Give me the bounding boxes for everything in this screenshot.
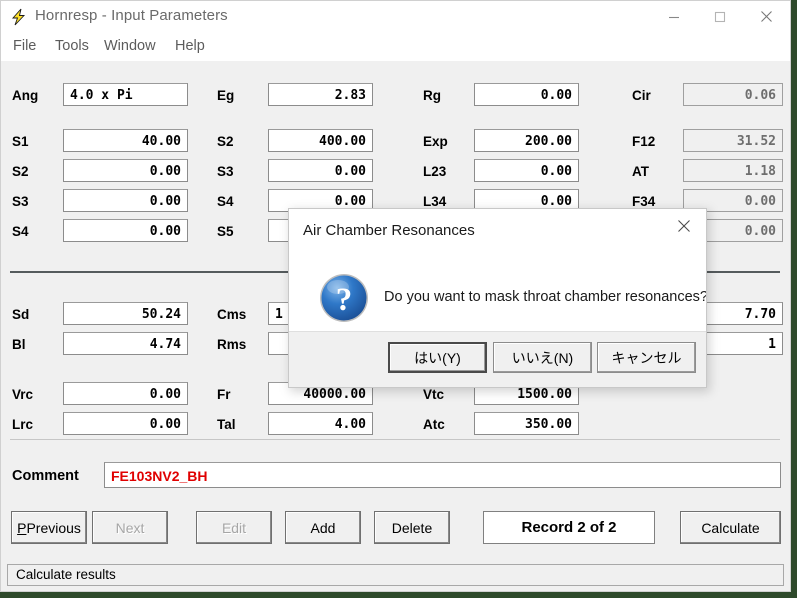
field-sd[interactable]: 50.24 xyxy=(63,302,188,325)
dialog-no-button[interactable]: いいえ(N) xyxy=(493,342,592,373)
label-s1: S1 xyxy=(12,134,29,149)
field-atc[interactable]: 350.00 xyxy=(474,412,579,435)
svg-text:?: ? xyxy=(336,282,353,318)
status-bar: Calculate results xyxy=(7,564,784,586)
lightning-bolt-icon xyxy=(10,8,28,26)
section-divider-bottom xyxy=(10,439,780,440)
field-eg[interactable]: 2.83 xyxy=(268,83,373,106)
next-button-label: Next xyxy=(115,519,145,536)
field-bl[interactable]: 4.74 xyxy=(63,332,188,355)
label-comment: Comment xyxy=(12,468,79,484)
label-rms: Rms xyxy=(217,337,247,352)
field-s1[interactable]: 40.00 xyxy=(63,129,188,152)
previous-button[interactable]: PPrevious xyxy=(11,511,87,544)
edit-button[interactable]: Edit xyxy=(196,511,272,544)
application-window: Hornresp - Input Parameters File Tools W… xyxy=(0,0,791,592)
label-rg: Rg xyxy=(423,88,441,103)
calculate-button-label: Calculate xyxy=(701,519,760,536)
label-vrc: Vrc xyxy=(12,387,34,402)
minimize-icon[interactable] xyxy=(651,1,697,32)
label-fr: Fr xyxy=(217,387,231,402)
field-tal[interactable]: 4.00 xyxy=(268,412,373,435)
field-lrc[interactable]: 0.00 xyxy=(63,412,188,435)
dialog-yes-label: はい(Y) xyxy=(414,349,461,366)
menu-item-tools[interactable]: Tools xyxy=(51,35,93,57)
field-l23[interactable]: 0.00 xyxy=(474,159,579,182)
label-cir: Cir xyxy=(632,88,651,103)
window-title: Hornresp - Input Parameters xyxy=(35,7,228,24)
field-vrc[interactable]: 0.00 xyxy=(63,382,188,405)
dialog-cancel-label: キャンセル xyxy=(611,349,682,366)
delete-button[interactable]: Delete xyxy=(374,511,450,544)
dialog-message: Do you want to mask throat chamber reson… xyxy=(384,289,707,305)
maximize-icon[interactable] xyxy=(697,1,743,32)
dialog-no-label: いいえ(N) xyxy=(511,349,574,366)
label-s2-c2: S2 xyxy=(217,134,234,149)
label-exp: Exp xyxy=(423,134,448,149)
label-f12: F12 xyxy=(632,134,656,149)
field-exp[interactable]: 200.00 xyxy=(474,129,579,152)
field-f12: 31.52 xyxy=(683,129,783,152)
add-button-label: Add xyxy=(310,519,336,536)
field-cir: 0.06 xyxy=(683,83,783,106)
field-s3-c1[interactable]: 0.00 xyxy=(63,189,188,212)
label-s3-c1: S3 xyxy=(12,194,29,209)
next-button[interactable]: Next xyxy=(92,511,168,544)
delete-button-label: Delete xyxy=(391,519,433,536)
record-indicator[interactable]: Record 2 of 2 xyxy=(483,511,655,544)
status-bar-text: Calculate results xyxy=(16,567,116,582)
air-chamber-resonances-dialog: Air Chamber Resonances ? Do you want to … xyxy=(288,208,707,388)
field-s3-c2[interactable]: 0.00 xyxy=(268,159,373,182)
field-s4-c1[interactable]: 0.00 xyxy=(63,219,188,242)
menu-bar: File Tools Window Help xyxy=(1,33,790,61)
field-ang[interactable]: 4.0 x Pi xyxy=(63,83,188,106)
label-s4-c2: S4 xyxy=(217,194,234,209)
menu-item-window[interactable]: Window xyxy=(100,35,160,57)
dialog-cancel-button[interactable]: キャンセル xyxy=(597,342,696,373)
label-tal: Tal xyxy=(217,417,236,432)
comment-input[interactable]: FE103NV2_BH xyxy=(104,462,781,488)
label-eg: Eg xyxy=(217,88,235,103)
previous-button-label: Previous xyxy=(26,519,81,536)
label-at: AT xyxy=(632,164,649,179)
dialog-footer: はい(Y) いいえ(N) キャンセル xyxy=(289,331,706,387)
label-atc: Atc xyxy=(423,417,445,432)
dialog-yes-button[interactable]: はい(Y) xyxy=(388,342,487,373)
record-indicator-label: Record 2 of 2 xyxy=(521,519,617,536)
field-at: 1.18 xyxy=(683,159,783,182)
label-ang: Ang xyxy=(12,88,39,103)
label-sd: Sd xyxy=(12,307,30,322)
title-bar: Hornresp - Input Parameters xyxy=(1,1,790,33)
menu-item-file[interactable]: File xyxy=(9,35,40,57)
label-bl: Bl xyxy=(12,337,26,352)
label-s5-c2: S5 xyxy=(217,224,234,239)
label-lrc: Lrc xyxy=(12,417,34,432)
label-l23: L23 xyxy=(423,164,447,179)
close-icon[interactable] xyxy=(743,1,789,32)
dialog-close-icon[interactable] xyxy=(662,209,706,243)
menu-item-help[interactable]: Help xyxy=(171,35,209,57)
label-cms: Cms xyxy=(217,307,247,322)
label-s4-c1: S4 xyxy=(12,224,29,239)
add-button[interactable]: Add xyxy=(285,511,361,544)
calculate-button[interactable]: Calculate xyxy=(680,511,781,544)
edit-button-label: Edit xyxy=(221,519,247,536)
field-rg[interactable]: 0.00 xyxy=(474,83,579,106)
field-s2-c2[interactable]: 400.00 xyxy=(268,129,373,152)
field-s2-c1[interactable]: 0.00 xyxy=(63,159,188,182)
label-s2-c1: S2 xyxy=(12,164,29,179)
question-icon: ? xyxy=(317,271,371,325)
dialog-title: Air Chamber Resonances xyxy=(303,222,475,239)
label-s3-c2: S3 xyxy=(217,164,234,179)
